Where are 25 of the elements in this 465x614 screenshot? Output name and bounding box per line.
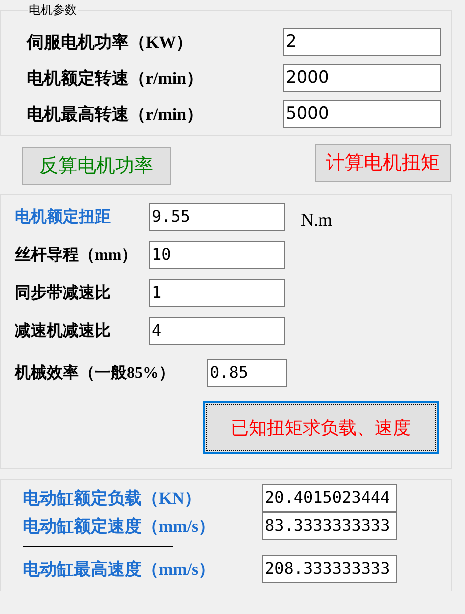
input-field[interactable]: 4 <box>149 317 285 345</box>
input-field[interactable]: 0.85 <box>207 359 287 387</box>
input-field[interactable]: 5000 <box>283 100 441 128</box>
output-field[interactable]: 83.3333333333 <box>262 512 397 540</box>
field-label: 电机最高转速（r/min） <box>27 104 205 126</box>
input-field[interactable]: 2 <box>283 28 441 56</box>
field-label: 同步带减速比 <box>15 284 112 304</box>
input-field[interactable]: 9.55 <box>149 203 285 231</box>
field-label: 电机额定转速（r/min） <box>27 68 205 90</box>
result-label: 电动缸最高速度（mm/s） <box>23 558 217 580</box>
field-label: 机械效率（一般85%） <box>15 363 176 384</box>
unit-label: N.m <box>300 210 334 231</box>
input-field[interactable]: 2000 <box>283 64 441 92</box>
calculate-button[interactable]: 反算电机功率 <box>22 147 171 185</box>
group-title: 电机参数 <box>28 2 78 19</box>
result-label: 电动缸额定负载（KN） <box>23 488 202 510</box>
field-label: 减速机减速比 <box>15 322 112 342</box>
field-label: 电机额定扭距 <box>15 207 112 228</box>
input-field[interactable]: 1 <box>149 279 285 307</box>
field-label: 伺服电机功率（KW） <box>27 32 194 54</box>
field-label: 丝杆导程（mm） <box>15 246 139 266</box>
output-field[interactable]: 208.333333333 <box>262 555 397 583</box>
result-label: 电动缸额定速度（mm/s） <box>23 516 217 538</box>
input-field[interactable]: 10 <box>149 241 285 269</box>
output-field[interactable]: 20.4015023444 <box>262 484 397 512</box>
